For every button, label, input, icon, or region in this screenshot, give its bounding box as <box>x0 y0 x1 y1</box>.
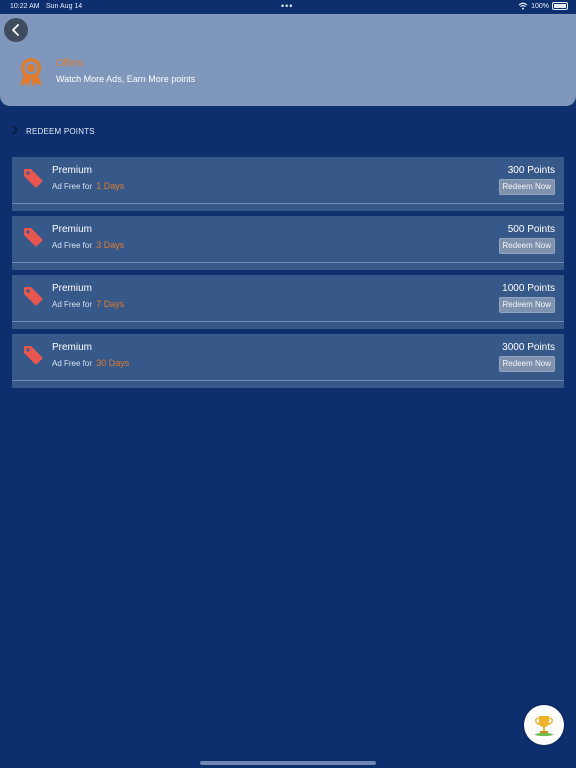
offers-header: Offers Watch More Ads, Earn More points <box>0 14 576 106</box>
reward-title: Premium <box>52 342 93 353</box>
trophy-icon <box>535 716 553 737</box>
card-divider <box>12 321 564 322</box>
price-tag-icon <box>24 346 43 365</box>
header-title: Offers <box>56 58 84 69</box>
award-icon <box>20 58 42 87</box>
reward-duration: Ad Free for 7 Days <box>52 299 124 309</box>
status-date: Sun Aug 14 <box>46 3 83 10</box>
reward-points: 300 Points <box>507 165 555 176</box>
price-tag-icon <box>24 228 43 247</box>
reward-title: Premium <box>52 224 93 235</box>
reward-points: 500 Points <box>507 224 555 235</box>
reward-duration: Ad Free for 3 Days <box>52 240 124 250</box>
reward-days: 30 Days <box>96 358 130 368</box>
card-divider <box>12 262 564 263</box>
price-tag-icon <box>24 169 43 188</box>
reward-days: 1 Days <box>96 181 125 191</box>
status-time: 10:22 AM <box>10 3 40 10</box>
reward-title: Premium <box>52 165 93 176</box>
reward-days: 7 Days <box>96 299 125 309</box>
home-indicator[interactable] <box>200 761 376 765</box>
status-right: 100% <box>518 2 568 10</box>
redeem-now-button[interactable]: Redeem Now <box>498 297 555 313</box>
section-label: REDEEM POINTS <box>26 126 95 136</box>
redeem-now-button[interactable]: Redeem Now <box>498 356 555 372</box>
reward-points: 1000 Points <box>502 283 555 294</box>
reward-duration: Ad Free for 30 Days <box>52 358 129 368</box>
battery-percent: 100% <box>531 2 549 10</box>
price-tag-icon <box>24 287 43 306</box>
reward-duration: Ad Free for 1 Days <box>52 181 124 191</box>
chevron-right-icon <box>12 124 19 138</box>
reward-card-4: Premium Ad Free for 30 Days 3000 Points … <box>12 334 564 388</box>
reward-prefix: Ad Free for <box>52 182 93 191</box>
back-button[interactable] <box>4 18 28 42</box>
header-subtitle: Watch More Ads, Earn More points <box>56 74 196 84</box>
card-divider <box>12 203 564 204</box>
redeem-now-button[interactable]: Redeem Now <box>498 179 555 195</box>
wifi-icon <box>518 2 528 10</box>
reward-card-3: Premium Ad Free for 7 Days 1000 Points R… <box>12 275 564 329</box>
reward-prefix: Ad Free for <box>52 241 93 250</box>
redeem-section-header[interactable]: REDEEM POINTS <box>12 124 95 138</box>
multitask-dots[interactable]: ••• <box>281 1 293 11</box>
redeem-now-button[interactable]: Redeem Now <box>498 238 555 254</box>
reward-days: 3 Days <box>96 240 125 250</box>
reward-points: 3000 Points <box>502 342 555 353</box>
reward-title: Premium <box>52 283 93 294</box>
chevron-left-icon <box>12 24 19 36</box>
battery-icon <box>552 2 568 10</box>
trophy-button[interactable] <box>524 705 564 745</box>
reward-prefix: Ad Free for <box>52 300 93 309</box>
card-divider <box>12 380 564 381</box>
status-bar: 10:22 AM Sun Aug 14 ••• 100% <box>0 0 576 14</box>
reward-card-1: Premium Ad Free for 1 Days 300 Points Re… <box>12 157 564 211</box>
reward-prefix: Ad Free for <box>52 359 93 368</box>
reward-card-2: Premium Ad Free for 3 Days 500 Points Re… <box>12 216 564 270</box>
